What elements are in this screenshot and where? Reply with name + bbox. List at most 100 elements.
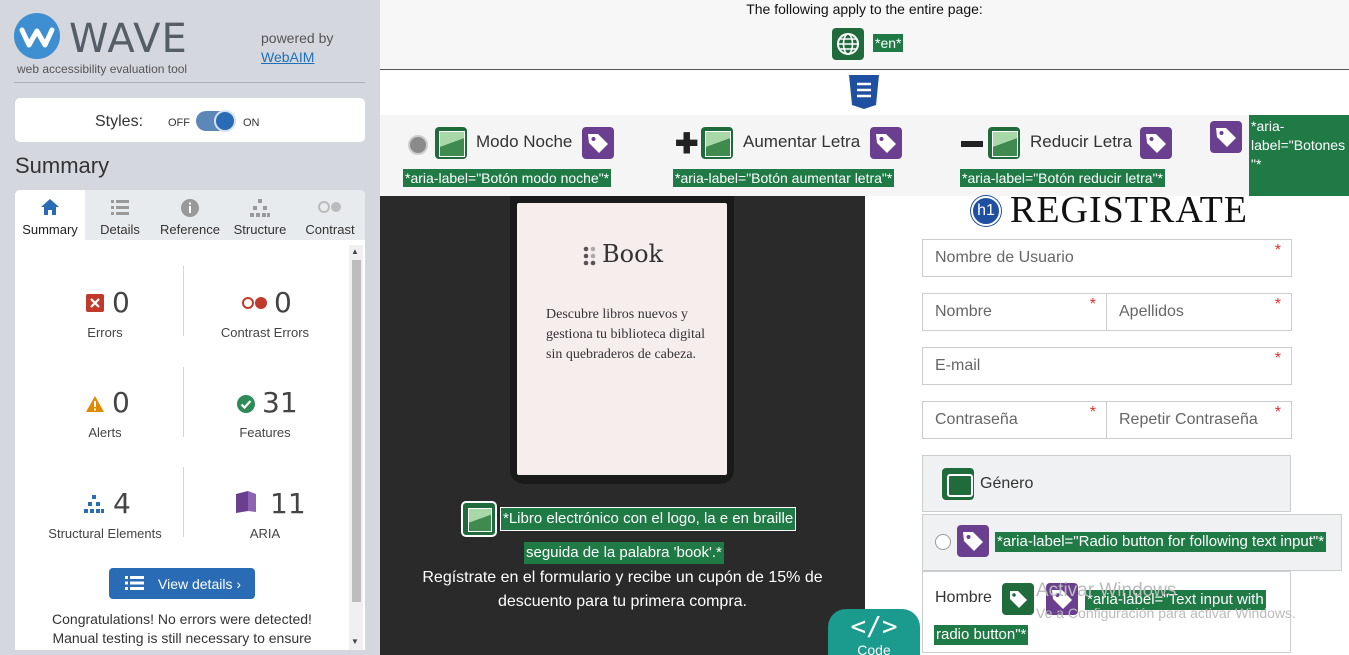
wave-sidebar: WAVE web accessibility evaluation tool p…	[0, 0, 380, 655]
lang-label: *en*	[873, 34, 904, 52]
tab-summary-label: Summary	[22, 222, 78, 237]
required-mark: *	[1089, 296, 1096, 313]
tab-structure-label: Structure	[233, 222, 287, 237]
code-icon: </>	[850, 612, 898, 642]
divider	[14, 82, 365, 83]
alerts-count: 0	[112, 386, 130, 419]
contrast-errors-label: Contrast Errors	[220, 325, 310, 340]
alerts-label: Alerts	[88, 425, 122, 440]
code-label: Code	[857, 642, 891, 655]
hombre-label: Hombre	[935, 589, 992, 606]
contrast-error-icon	[241, 296, 269, 315]
view-details-label: View details ›	[158, 576, 242, 592]
structural-count: 4	[113, 487, 131, 520]
scrollbar-thumb[interactable]	[352, 260, 361, 602]
gender-radio[interactable]	[935, 534, 951, 550]
text-input-aria-line-2: radio button"*	[934, 625, 1029, 645]
aria-buttons-line-1: *aria-	[1251, 118, 1285, 134]
required-mark: *	[1274, 404, 1281, 421]
night-mode-label[interactable]: Modo Noche	[476, 132, 572, 152]
aria-tag-icon	[957, 525, 989, 557]
repeat-password-field[interactable]: Repetir Contraseña *	[1106, 401, 1292, 439]
email-placeholder: E-mail	[935, 357, 981, 374]
styles-toggle[interactable]	[196, 110, 236, 132]
errors-count: 0	[112, 286, 130, 319]
scroll-up-arrow-icon[interactable]: ▲	[351, 247, 359, 256]
evaluated-page: The following apply to the entire page: …	[380, 0, 1349, 655]
aria-icon	[234, 490, 258, 519]
aria-label: ARIA	[249, 526, 281, 541]
braille-logo-icon	[583, 245, 597, 272]
username-field[interactable]: Nombre de Usuario *	[922, 239, 1292, 277]
image-alt-line-1: *Libro electrónico con el logo, la e en …	[500, 507, 797, 531]
list-icon	[85, 198, 155, 218]
congrats-line-2: Manual testing is still necessary to ens…	[52, 630, 312, 646]
minus-icon[interactable]	[961, 141, 983, 147]
plus-icon[interactable]: ✚	[675, 130, 698, 158]
page-note: The following apply to the entire page:	[746, 1, 983, 17]
css-icon[interactable]	[846, 74, 882, 110]
tab-reference[interactable]: Reference	[155, 190, 225, 240]
required-mark: *	[1089, 404, 1096, 421]
gender-fieldset: Género	[922, 455, 1291, 512]
aria-label-decrease: *aria-label="Botón reducir letra"*	[960, 169, 1165, 187]
stat-divider	[183, 367, 184, 437]
language-globe-icon[interactable]	[832, 28, 864, 60]
contrast-icon	[295, 198, 365, 218]
code-button[interactable]: </> Code	[828, 609, 920, 655]
contrast-errors-count: 0	[274, 286, 292, 319]
required-mark: *	[1274, 242, 1281, 259]
error-icon	[86, 294, 104, 317]
wave-logo-icon	[14, 13, 60, 59]
username-placeholder: Nombre de Usuario	[935, 249, 1074, 266]
image-alt-icon	[461, 501, 497, 537]
increase-font-label[interactable]: Aumentar Letra	[743, 132, 860, 152]
view-details-button[interactable]: View details ›	[109, 568, 255, 599]
required-mark: *	[1274, 350, 1281, 367]
tab-summary[interactable]: Summary	[15, 190, 85, 240]
decrease-font-label[interactable]: Reducir Letra	[1030, 132, 1132, 152]
aria-tag-icon	[870, 127, 902, 159]
nav-strip: Modo Noche *aria-label="Botón modo noche…	[380, 115, 1349, 196]
label-tag-icon	[1002, 583, 1034, 615]
required-mark: *	[1274, 296, 1281, 313]
alert-icon	[85, 395, 105, 418]
wave-title: WAVE	[69, 16, 188, 62]
congrats-line-1: Congratulations! No errors were detected…	[52, 611, 312, 627]
promo-text: Regístrate en el formulario y recibe un …	[422, 569, 823, 610]
aria-tag-icon	[1140, 127, 1172, 159]
surname-field[interactable]: Apellidos *	[1106, 293, 1292, 331]
tab-details-label: Details	[100, 222, 140, 237]
image-icon	[701, 127, 733, 159]
summary-panel: Summary Details Reference Structure Cont…	[15, 190, 365, 650]
tab-bar: Summary Details Reference Structure Cont…	[15, 190, 365, 240]
form-heading: REGISTRATE	[1010, 189, 1248, 231]
email-field[interactable]: E-mail *	[922, 347, 1292, 385]
aria-buttons-line-2: label="Botones	[1251, 137, 1346, 153]
surname-placeholder: Apellidos	[1119, 303, 1184, 320]
webaim-link[interactable]: WebAIM	[261, 49, 314, 65]
features-count: 31	[262, 386, 298, 419]
features-label: Features	[239, 425, 291, 440]
name-field[interactable]: Nombre *	[922, 293, 1107, 331]
tab-contrast[interactable]: Contrast	[295, 190, 365, 240]
book-description: Descubre libros nuevos y gestiona tu bib…	[546, 307, 706, 362]
tab-details[interactable]: Details	[85, 190, 155, 240]
home-icon	[15, 198, 85, 218]
moon-icon[interactable]	[408, 135, 428, 155]
password-field[interactable]: Contraseña *	[922, 401, 1107, 439]
structural-icon	[83, 494, 105, 519]
password-placeholder: Contraseña	[935, 411, 1018, 428]
repeat-password-placeholder: Repetir Contraseña	[1119, 411, 1258, 428]
windows-watermark-text: Ve a Configuración para activar Windows.	[1036, 605, 1296, 621]
page-wide-info: The following apply to the entire page: …	[380, 0, 1349, 70]
fieldset-icon	[942, 468, 974, 500]
image-icon	[435, 127, 467, 159]
toggle-off-label: OFF	[168, 117, 190, 129]
tab-structure[interactable]: Structure	[225, 190, 295, 240]
book-brand: Book	[602, 240, 664, 268]
windows-watermark-title: Activar Windows	[1036, 580, 1177, 601]
features-check-icon	[236, 394, 256, 419]
aria-tag-icon	[1210, 121, 1242, 153]
scroll-down-arrow-icon[interactable]: ▼	[351, 637, 359, 646]
